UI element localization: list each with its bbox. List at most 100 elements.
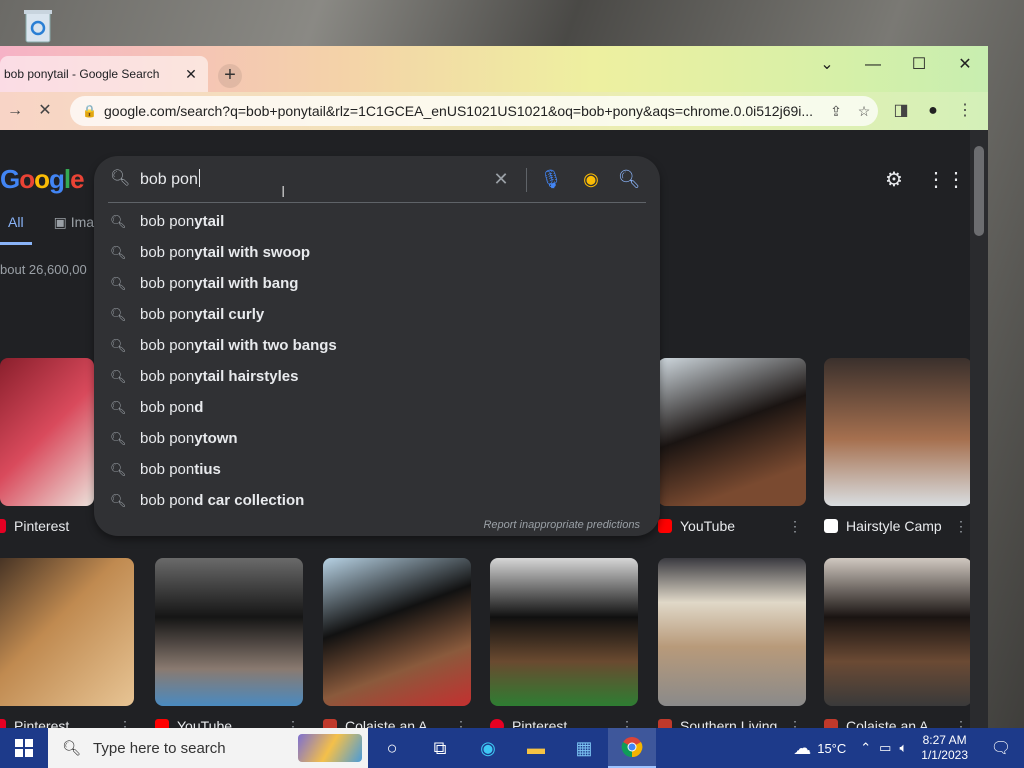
suggestion-item[interactable]: 🔍︎ bob pon d car collection [94,485,660,516]
image-thumbnail[interactable] [0,358,94,506]
search-icon: 🔍︎ [110,244,127,260]
tab-close-icon[interactable]: ✕ [182,65,200,83]
image-source[interactable]: Pinterest [490,716,567,728]
volume-icon[interactable]: 🔈︎ [899,740,907,756]
cortana-icon[interactable]: ○ [368,728,416,768]
more-options-icon[interactable]: ⋮ [620,716,634,728]
tab-images[interactable]: ▣ Ima [54,214,94,245]
image-source[interactable]: Southern Living [658,716,777,728]
more-options-icon[interactable]: ⋮ [788,716,802,728]
more-options-icon[interactable]: ⋮ [454,716,468,728]
suggestion-prefix: bob pon [140,399,195,416]
start-button[interactable] [0,728,48,768]
task-view-icon[interactable]: ⧉ [416,728,464,768]
minimize-button[interactable]: — [850,50,896,80]
chevron-up-icon[interactable]: ⌃ [860,740,871,756]
image-icon: ▣ [53,214,71,230]
share-icon[interactable]: ⇪ [822,103,850,120]
chrome-logo-icon [621,737,643,758]
menu-kebab-icon[interactable]: ⋮ [952,98,978,124]
more-options-icon[interactable]: ⋮ [954,516,968,536]
edge-icon[interactable]: ◉ [464,728,512,768]
clock[interactable]: 8:27 AM 1/1/2023 [911,733,978,763]
tab-search-icon[interactable]: ⌄ [804,50,850,80]
search-input[interactable]: bob pon [140,169,200,189]
suggestion-completion: ytail with two bangs [194,337,337,354]
image-source[interactable]: Pinterest [0,516,69,536]
camera-lens-icon[interactable]: ◉ [578,166,604,192]
close-window-button[interactable]: ✕ [942,50,988,80]
forward-arrow-icon[interactable]: → [2,98,28,124]
image-source[interactable]: YouTube [658,516,735,536]
file-explorer-icon[interactable]: ▬ [512,728,560,768]
recycle-bin-icon[interactable] [20,6,56,44]
divider [526,168,527,192]
hairstyle-camp-icon [824,519,838,533]
tab-all[interactable]: All [0,214,32,245]
taskbar-search-box[interactable]: 🔍︎ Type here to search [48,728,368,768]
profile-avatar-icon[interactable]: ● [920,98,946,124]
image-thumbnail[interactable] [0,558,134,706]
taskbar-search-placeholder: Type here to search [93,739,226,757]
suggestion-item[interactable]: 🔍︎ bob pon ytail [94,206,660,237]
bookmark-star-icon[interactable]: ☆ [850,103,878,120]
image-thumbnail[interactable] [658,558,806,706]
weather-temp[interactable]: 15°C [817,741,846,756]
text-cursor-icon: I [281,184,286,201]
notifications-icon[interactable]: 🗨︎ [978,738,1024,758]
suggestion-item[interactable]: 🔍︎ bob pon ytail with two bangs [94,330,660,361]
suggestion-completion: d [194,399,204,416]
google-logo[interactable]: Google [0,164,85,195]
tab-images-label: Ima [70,214,95,230]
microphone-icon[interactable]: 🎙︎ [538,166,564,192]
image-source[interactable]: YouTube [155,716,232,728]
new-tab-button[interactable]: + [218,64,242,88]
stop-loading-icon[interactable]: ✕ [32,98,58,124]
address-bar[interactable]: 🔒 google.com/search?q=bob+ponytail&rlz=1… [70,96,878,126]
image-source[interactable]: Colaiste an A... [824,716,940,728]
image-thumbnail[interactable] [824,558,970,706]
suggestion-item[interactable]: 🔍︎ bob pon ytail with swoop [94,237,660,268]
more-options-icon[interactable]: ⋮ [286,716,300,728]
weather-cloud-icon[interactable]: ☁ [793,738,811,759]
image-thumbnail[interactable] [490,558,638,706]
tab-title: bob ponytail - Google Search [4,67,160,81]
suggestion-item[interactable]: 🔍︎ bob pon ytail hairstyles [94,361,660,392]
image-source[interactable]: Colaiste an A... [323,716,439,728]
lock-icon: 🔒 [82,104,97,118]
clear-icon[interactable]: ✕ [488,166,514,192]
image-thumbnail[interactable] [824,358,970,506]
side-panel-icon[interactable]: ◨ [888,98,914,124]
more-options-icon[interactable]: ⋮ [788,516,802,536]
store-icon[interactable]: ▦ [560,728,608,768]
maximize-button[interactable]: ☐ [896,50,942,80]
suggestion-prefix: bob pon [140,306,195,323]
more-options-icon[interactable]: ⋮ [954,716,968,728]
clock-time: 8:27 AM [922,733,967,747]
suggestion-item[interactable]: 🔍︎ bob pon tius [94,454,660,485]
suggestion-item[interactable]: 🔍︎ bob pon d [94,392,660,423]
search-highlight-icon [298,734,362,762]
search-icon: 🔍︎ [110,337,127,353]
search-box[interactable]: 🔍︎ bob pon ✕ 🎙︎ ◉ 🔍︎ [94,156,660,202]
image-source[interactable]: Hairstyle Camp [824,516,942,536]
suggestion-item[interactable]: 🔍︎ bob pon ytown [94,423,660,454]
image-thumbnail[interactable] [658,358,806,506]
settings-gear-icon[interactable]: ⚙ [880,166,908,194]
suggestion-item[interactable]: 🔍︎ bob pon ytail curly [94,299,660,330]
search-submit-icon[interactable]: 🔍︎ [616,166,642,192]
image-source[interactable]: Pinterest [0,716,69,728]
suggestion-item[interactable]: 🔍︎ bob pon ytail with bang [94,268,660,299]
image-thumbnail[interactable] [155,558,303,706]
more-options-icon[interactable]: ⋮ [118,716,132,728]
network-icon[interactable]: ▭ [879,740,891,756]
image-thumbnail[interactable] [323,558,471,706]
tab-active[interactable]: bob ponytail - Google Search ✕ [0,56,208,92]
report-predictions-link[interactable]: Report inappropriate predictions [483,519,640,531]
scrollbar-thumb[interactable] [974,146,984,236]
southern-living-icon [658,719,672,728]
suggestion-completion: ytail hairstyles [194,368,299,385]
chrome-taskbar-icon[interactable] [608,728,656,768]
page-scrollbar[interactable] [970,130,988,728]
apps-grid-icon[interactable]: ⋮⋮ [926,166,966,194]
